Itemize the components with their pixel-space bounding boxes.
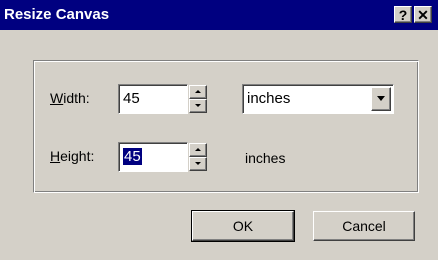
height-units-text: inches: [245, 150, 286, 166]
width-spinner[interactable]: [189, 85, 207, 113]
window-title: Resize Canvas: [4, 6, 110, 23]
close-icon: ✕: [417, 7, 429, 23]
height-field[interactable]: 45: [118, 142, 188, 172]
width-spin-down[interactable]: [189, 99, 207, 113]
height-value: 45: [123, 148, 142, 165]
cancel-label: Cancel: [342, 218, 386, 234]
units-dropdown-button[interactable]: [371, 87, 391, 111]
units-select[interactable]: inches: [242, 84, 394, 114]
up-arrow-icon: [195, 90, 201, 93]
cancel-button[interactable]: Cancel: [313, 211, 415, 241]
down-arrow-icon: [195, 104, 201, 107]
close-button[interactable]: ✕: [414, 6, 432, 23]
ok-label: OK: [232, 218, 254, 234]
size-group: [33, 60, 419, 193]
chevron-down-icon: [377, 96, 385, 101]
down-arrow-icon: [195, 162, 201, 165]
height-spinner[interactable]: [189, 143, 207, 171]
width-spin-up[interactable]: [189, 85, 207, 99]
ok-button[interactable]: OK: [191, 210, 295, 242]
width-label: Width:: [50, 90, 90, 106]
height-spin-up[interactable]: [189, 143, 207, 157]
units-selected-value: inches: [247, 90, 291, 107]
height-spin-down[interactable]: [189, 157, 207, 171]
up-arrow-icon: [195, 148, 201, 151]
height-label: Height:: [50, 148, 95, 164]
width-field[interactable]: 45: [118, 84, 188, 114]
title-bar[interactable]: Resize Canvas ? ✕: [0, 0, 438, 30]
help-button[interactable]: ?: [394, 6, 412, 23]
width-value: 45: [123, 90, 140, 107]
